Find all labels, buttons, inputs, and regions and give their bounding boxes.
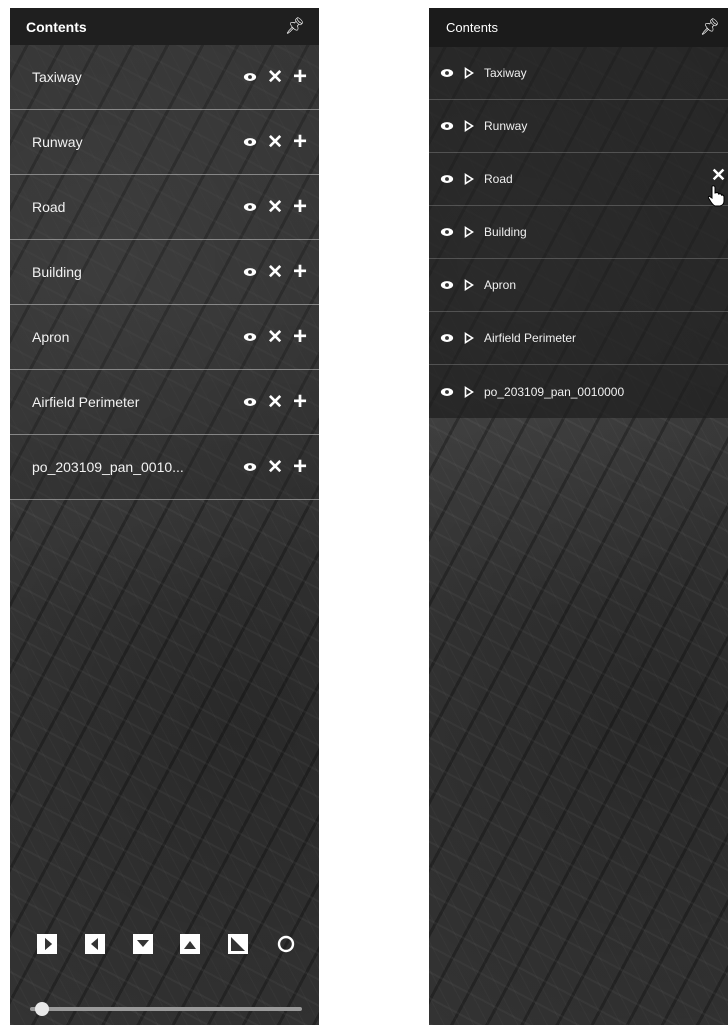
layer-row-road[interactable]: Road ✕ + <box>10 175 319 240</box>
layer-row-imagery[interactable]: po_203109_pan_0010... ✕ + <box>10 435 319 500</box>
layer-list: Taxiway ✕ + Runway ✕ + Road ✕ + Building… <box>10 45 319 500</box>
transparency-slider[interactable] <box>30 1002 302 1016</box>
panel-header: Contents 📌︎ <box>10 8 319 45</box>
expand-triangle-icon[interactable] <box>464 385 474 398</box>
pin-icon[interactable]: 📌︎ <box>700 19 720 36</box>
layer-label: Runway <box>32 134 83 150</box>
close-icon[interactable]: ✕ <box>267 263 283 282</box>
layer-row-road[interactable]: Road ✕ <box>429 153 728 207</box>
eye-icon[interactable] <box>440 119 454 133</box>
expand-triangle-icon[interactable] <box>464 332 474 344</box>
swipe-right-icon[interactable] <box>36 933 58 955</box>
plus-icon[interactable]: + <box>293 455 307 479</box>
layer-row-runway[interactable]: Runway ✕ + <box>10 110 319 175</box>
close-icon[interactable]: ✕ <box>267 133 283 152</box>
plus-icon[interactable]: + <box>293 195 307 219</box>
swipe-left-icon[interactable] <box>84 933 106 955</box>
eye-icon[interactable] <box>440 172 454 186</box>
layer-label: Airfield Perimeter <box>484 331 577 345</box>
layer-label: Road <box>484 172 513 186</box>
plus-icon[interactable]: + <box>293 325 307 349</box>
layer-row-taxiway[interactable]: Taxiway ✕ + <box>10 45 319 110</box>
eye-icon[interactable] <box>243 200 257 214</box>
layer-label: Apron <box>484 278 517 292</box>
layer-label: po_203109_pan_0010000 <box>484 384 625 399</box>
eye-icon[interactable] <box>243 70 257 84</box>
layer-row-airfield-perimeter[interactable]: Airfield Perimeter <box>429 312 728 365</box>
eye-icon[interactable] <box>440 66 454 80</box>
plus-icon[interactable]: + <box>293 390 307 414</box>
eye-icon[interactable] <box>243 330 257 344</box>
layer-row-apron[interactable]: Apron ✕ + <box>10 305 319 370</box>
eye-icon[interactable] <box>243 135 257 149</box>
swipe-diagonal-icon[interactable] <box>227 933 249 955</box>
eye-icon[interactable] <box>440 385 454 399</box>
layer-label: Building <box>484 225 527 239</box>
layer-row-taxiway[interactable]: Taxiway <box>429 47 728 100</box>
expand-triangle-icon[interactable] <box>464 279 474 291</box>
eye-icon[interactable] <box>243 460 257 474</box>
swipe-toolbar <box>10 933 319 955</box>
close-icon[interactable]: ✕ <box>267 458 283 477</box>
layer-row-imagery[interactable]: po_203109_pan_0010000 <box>429 365 728 418</box>
layer-row-building[interactable]: Building ✕ + <box>10 240 319 305</box>
layer-label: Airfield Perimeter <box>32 394 140 410</box>
close-icon[interactable]: ✕ <box>267 198 283 217</box>
layer-row-building[interactable]: Building <box>429 206 728 259</box>
layer-label: Taxiway <box>484 66 527 80</box>
panel-header: Contents 📌︎ <box>429 8 728 47</box>
layer-label: Runway <box>484 119 528 133</box>
eye-icon[interactable] <box>440 331 454 345</box>
swipe-down-icon[interactable] <box>179 933 201 955</box>
layer-row-runway[interactable]: Runway <box>429 100 728 153</box>
reset-icon[interactable] <box>275 933 297 955</box>
plus-icon[interactable]: + <box>293 65 307 89</box>
layer-row-airfield-perimeter[interactable]: Airfield Perimeter ✕ + <box>10 370 319 435</box>
eye-icon[interactable] <box>243 395 257 409</box>
expand-triangle-icon[interactable] <box>464 226 474 238</box>
slider-track <box>30 1007 302 1011</box>
hand-cursor-icon <box>707 185 725 207</box>
close-icon[interactable]: ✕ <box>267 393 283 412</box>
layer-label: Road <box>32 199 66 215</box>
close-icon[interactable]: ✕ <box>267 328 283 347</box>
layer-list: Taxiway Runway Road ✕ Building Apron Air… <box>429 47 728 418</box>
eye-icon[interactable] <box>243 265 257 279</box>
close-icon[interactable]: ✕ <box>711 166 726 184</box>
slider-thumb[interactable] <box>35 1002 50 1016</box>
plus-icon[interactable]: + <box>293 260 307 284</box>
panel-title: Contents <box>446 20 499 35</box>
close-icon[interactable]: ✕ <box>267 68 283 87</box>
right-contents-panel: Contents 📌︎ Taxiway Runway Road ✕ Buildi… <box>429 8 728 1025</box>
layer-label: Apron <box>32 329 70 345</box>
layer-label: Taxiway <box>32 69 82 85</box>
expand-triangle-icon[interactable] <box>464 120 474 132</box>
left-contents-panel: Contents 📌︎ Taxiway ✕ + Runway ✕ + Road … <box>10 8 319 1025</box>
expand-triangle-icon[interactable] <box>464 173 474 185</box>
layer-label: Building <box>32 264 82 280</box>
plus-icon[interactable]: + <box>293 130 307 154</box>
panel-title: Contents <box>26 18 87 35</box>
layer-row-apron[interactable]: Apron <box>429 259 728 312</box>
expand-triangle-icon[interactable] <box>464 67 474 79</box>
eye-icon[interactable] <box>440 278 454 292</box>
pin-icon[interactable]: 📌︎ <box>285 18 305 35</box>
swipe-up-icon[interactable] <box>132 933 154 955</box>
layer-label: po_203109_pan_0010... <box>32 459 184 475</box>
eye-icon[interactable] <box>440 225 454 239</box>
